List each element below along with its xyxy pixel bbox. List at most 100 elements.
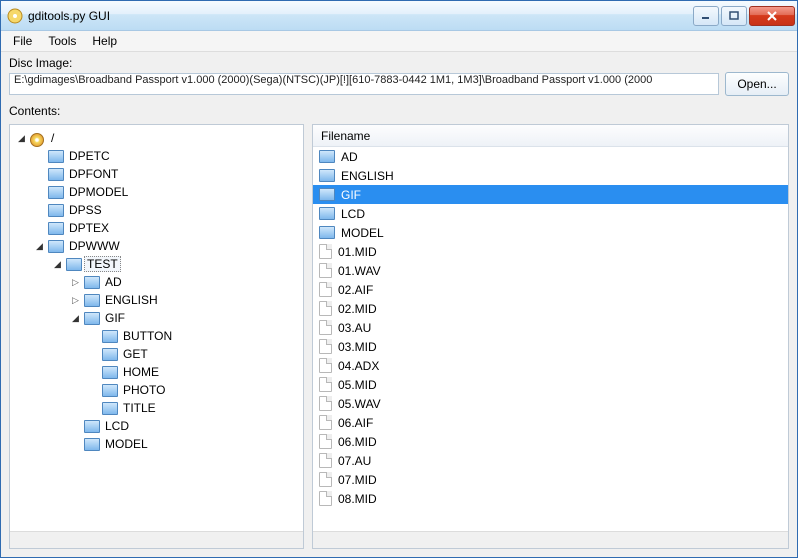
file-icon bbox=[319, 358, 332, 373]
tree-node-label: GET bbox=[120, 347, 151, 361]
tree-expand-open-icon[interactable]: ◢ bbox=[16, 133, 27, 144]
folder-icon bbox=[102, 384, 118, 397]
tree-expand-open-icon[interactable]: ◢ bbox=[70, 313, 81, 324]
list-item-label: AD bbox=[341, 150, 358, 164]
tree-node[interactable]: ▷DPETC bbox=[12, 147, 301, 165]
tree-node-label: TEST bbox=[84, 256, 121, 272]
tree-expand-closed-icon[interactable]: ▷ bbox=[70, 277, 81, 288]
folder-icon bbox=[48, 204, 64, 217]
menu-tools[interactable]: Tools bbox=[40, 32, 84, 50]
tree-node-label: / bbox=[48, 131, 57, 145]
list-item-label: 02.AIF bbox=[338, 283, 373, 297]
list-item-label: 03.AU bbox=[338, 321, 371, 335]
folder-icon bbox=[319, 188, 335, 201]
disc-image-path-input[interactable]: E:\gdimages\Broadband Passport v1.000 (2… bbox=[9, 73, 719, 95]
folder-icon bbox=[48, 240, 64, 253]
tree-node[interactable]: ◢GIF bbox=[12, 309, 301, 327]
folder-icon bbox=[319, 169, 335, 182]
list-item[interactable]: 02.MID bbox=[313, 299, 788, 318]
file-icon bbox=[319, 377, 332, 392]
list-item[interactable]: 05.WAV bbox=[313, 394, 788, 413]
tree-node[interactable]: ▷PHOTO bbox=[12, 381, 301, 399]
list-item-label: 02.MID bbox=[338, 302, 377, 316]
list-item[interactable]: MODEL bbox=[313, 223, 788, 242]
tree-node[interactable]: ▷DPSS bbox=[12, 201, 301, 219]
filename-column-header[interactable]: Filename bbox=[313, 125, 788, 147]
menu-help[interactable]: Help bbox=[84, 32, 125, 50]
tree-node[interactable]: ◢DPWWW bbox=[12, 237, 301, 255]
list-item-label: ENGLISH bbox=[341, 169, 394, 183]
list-item[interactable]: 08.MID bbox=[313, 489, 788, 508]
maximize-button[interactable] bbox=[721, 6, 747, 26]
list-item[interactable]: 03.AU bbox=[313, 318, 788, 337]
window-title: gditools.py GUI bbox=[28, 9, 691, 23]
list-item-label: MODEL bbox=[341, 226, 384, 240]
tree-node[interactable]: ▷BUTTON bbox=[12, 327, 301, 345]
tree-node[interactable]: ◢ TEST bbox=[12, 255, 301, 273]
body: ◢/▷DPETC▷DPFONT▷DPMODEL▷DPSS▷DPTEX◢DPWWW… bbox=[1, 120, 797, 557]
file-icon bbox=[319, 396, 332, 411]
list-item[interactable]: 06.AIF bbox=[313, 413, 788, 432]
list-item[interactable]: 01.WAV bbox=[313, 261, 788, 280]
list-item[interactable]: 02.AIF bbox=[313, 280, 788, 299]
app-window: gditools.py GUI File Tools Help Disc Ima… bbox=[0, 0, 798, 558]
file-list[interactable]: AD ENGLISH GIF LCD MODEL 01.MID01.WAV 02.AIF 02… bbox=[313, 147, 788, 531]
list-item[interactable]: GIF bbox=[313, 185, 788, 204]
file-icon bbox=[319, 339, 332, 354]
tree-node[interactable]: ▷DPMODEL bbox=[12, 183, 301, 201]
tree-expand-open-icon[interactable]: ◢ bbox=[52, 259, 63, 270]
app-icon bbox=[7, 8, 23, 24]
tree-node-label: PHOTO bbox=[120, 383, 168, 397]
file-icon bbox=[319, 415, 332, 430]
tree-node[interactable]: ▷ENGLISH bbox=[12, 291, 301, 309]
tree-node-label: LCD bbox=[102, 419, 132, 433]
folder-icon bbox=[102, 348, 118, 361]
tree-horizontal-scrollbar[interactable] bbox=[10, 531, 303, 548]
tree-expand-closed-icon[interactable]: ▷ bbox=[70, 295, 81, 306]
list-item[interactable]: LCD bbox=[313, 204, 788, 223]
list-item-label: GIF bbox=[341, 188, 361, 202]
close-button[interactable] bbox=[749, 6, 795, 26]
list-item[interactable]: 03.MID bbox=[313, 337, 788, 356]
tree-node[interactable]: ▷MODEL bbox=[12, 435, 301, 453]
tree-node[interactable]: ▷GET bbox=[12, 345, 301, 363]
list-item-label: 08.MID bbox=[338, 492, 377, 506]
tree-panel: ◢/▷DPETC▷DPFONT▷DPMODEL▷DPSS▷DPTEX◢DPWWW… bbox=[9, 124, 304, 549]
list-item[interactable]: 07.AU bbox=[313, 451, 788, 470]
tree-node[interactable]: ▷DPFONT bbox=[12, 165, 301, 183]
menubar: File Tools Help bbox=[1, 31, 797, 52]
folder-icon bbox=[48, 222, 64, 235]
tree-node-label: DPMODEL bbox=[66, 185, 131, 199]
list-item-label: 06.AIF bbox=[338, 416, 373, 430]
tree-node[interactable]: ▷AD bbox=[12, 273, 301, 291]
list-item[interactable]: ENGLISH bbox=[313, 166, 788, 185]
file-icon bbox=[319, 263, 332, 278]
tree-node-label: BUTTON bbox=[120, 329, 175, 343]
list-item[interactable]: 05.MID bbox=[313, 375, 788, 394]
tree-node[interactable]: ▷DPTEX bbox=[12, 219, 301, 237]
open-button[interactable]: Open... bbox=[725, 72, 789, 96]
tree-node[interactable]: ▷LCD bbox=[12, 417, 301, 435]
folder-icon bbox=[84, 438, 100, 451]
file-icon bbox=[319, 434, 332, 449]
minimize-button[interactable] bbox=[693, 6, 719, 26]
contents-label: Contents: bbox=[1, 104, 797, 120]
tree-node[interactable]: ◢/ bbox=[12, 129, 301, 147]
menu-file[interactable]: File bbox=[5, 32, 40, 50]
list-item[interactable]: 04.ADX bbox=[313, 356, 788, 375]
list-item[interactable]: 07.MID bbox=[313, 470, 788, 489]
folder-icon bbox=[319, 226, 335, 239]
tree-expand-open-icon[interactable]: ◢ bbox=[34, 241, 45, 252]
list-horizontal-scrollbar[interactable] bbox=[313, 531, 788, 548]
tree-node[interactable]: ▷TITLE bbox=[12, 399, 301, 417]
folder-icon bbox=[102, 330, 118, 343]
tree-node-label: MODEL bbox=[102, 437, 151, 451]
file-list-panel: Filename AD ENGLISH GIF LCD MODEL 01.MID01.WA… bbox=[312, 124, 789, 549]
tree-node[interactable]: ▷HOME bbox=[12, 363, 301, 381]
list-item[interactable]: 06.MID bbox=[313, 432, 788, 451]
tree-view[interactable]: ◢/▷DPETC▷DPFONT▷DPMODEL▷DPSS▷DPTEX◢DPWWW… bbox=[10, 125, 303, 531]
window-controls bbox=[691, 6, 795, 26]
folder-icon bbox=[102, 366, 118, 379]
list-item[interactable]: 01.MID bbox=[313, 242, 788, 261]
list-item[interactable]: AD bbox=[313, 147, 788, 166]
